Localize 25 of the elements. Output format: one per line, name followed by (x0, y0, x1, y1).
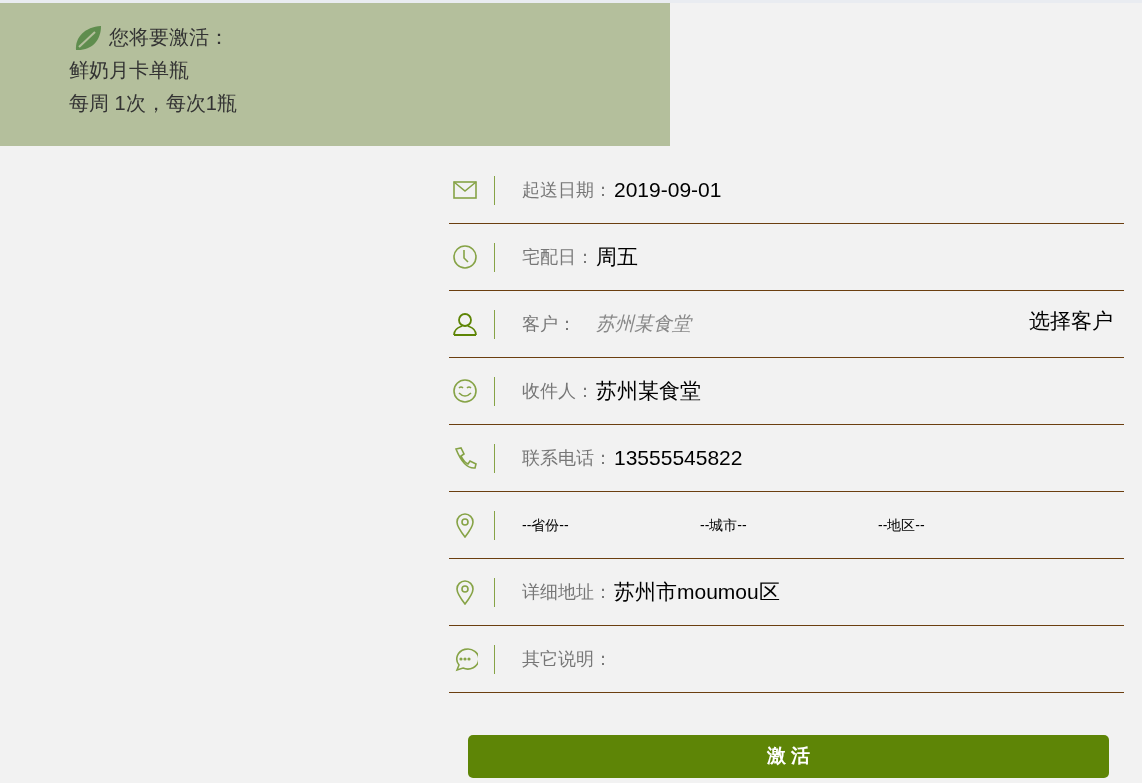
schedule-text: 每周 1次，每次1瓶 (69, 91, 238, 116)
clock-icon (452, 244, 478, 270)
field-value: 2019-09-01 (614, 177, 722, 204)
field-label: 联系电话： (522, 446, 612, 470)
activate-button[interactable]: 激 活 (468, 735, 1109, 778)
customer-field[interactable]: 苏州某食堂 (596, 309, 796, 339)
phone-icon (452, 445, 478, 471)
field-label: 收件人： (522, 379, 594, 403)
field-label: 宅配日： (522, 245, 594, 269)
field-label: 起送日期： (522, 178, 612, 202)
dropdown[interactable]: --地区-- (878, 514, 1056, 536)
person-icon (452, 311, 478, 337)
field-value: 苏州市moumou区 (614, 579, 780, 606)
product-name: 鲜奶月卡单瓶 (69, 58, 190, 83)
field-label: 客户： (522, 312, 576, 336)
field-label: 其它说明： (522, 647, 612, 671)
field-value: 周五 (596, 244, 638, 271)
banner-heading: 您将要激活： (109, 25, 229, 50)
field-value: 苏州某食堂 (596, 378, 701, 405)
select-customer-button[interactable]: 选择客户 (1029, 305, 1113, 337)
field-value: 13555545822 (614, 445, 743, 472)
smiley-icon (452, 378, 478, 404)
field-label: 详细地址： (522, 580, 612, 604)
dropdown[interactable]: --省份-- (522, 514, 700, 536)
dropdown[interactable]: --城市-- (700, 514, 878, 536)
